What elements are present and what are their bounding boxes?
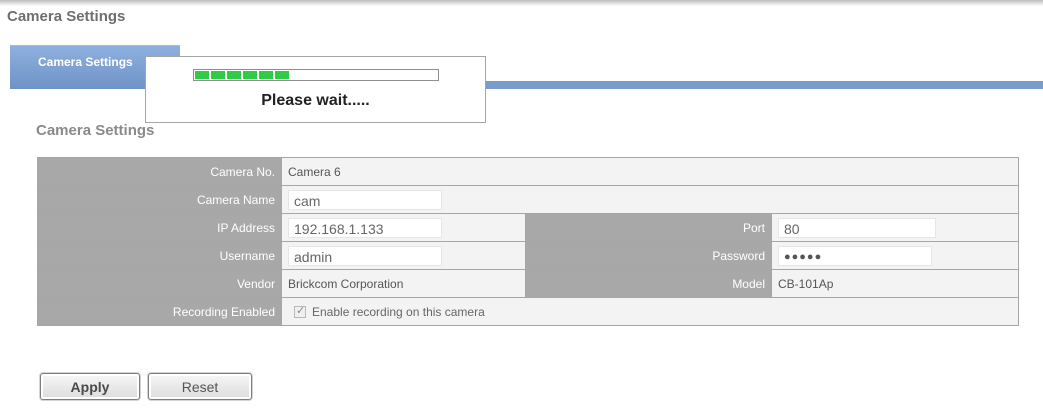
password-cell: ●●●●● xyxy=(770,241,1020,270)
progress-bar-fill xyxy=(195,71,289,79)
username-cell: admin xyxy=(281,241,526,270)
recording-enabled-checkbox-label[interactable]: Enable recording on this camera xyxy=(312,305,485,319)
ip-address-cell: 192.168.1.133 xyxy=(281,213,526,242)
vendor-label: Vendor xyxy=(37,269,282,298)
camera-name-input[interactable]: cam xyxy=(288,189,442,210)
apply-button[interactable]: Apply xyxy=(40,373,140,400)
port-cell: 80 xyxy=(770,213,1020,242)
please-wait-dialog: Please wait..... xyxy=(145,56,486,123)
camera-settings-form: Camera No. Camera 6 Camera Name cam IP A… xyxy=(37,157,1020,326)
checkmark-icon: ✓ xyxy=(296,304,306,317)
vendor-value: Brickcom Corporation xyxy=(281,269,526,298)
form-row-camera-name: Camera Name cam xyxy=(37,185,1020,214)
progress-bar xyxy=(193,69,439,81)
model-value: CB-101Ap xyxy=(770,269,1020,298)
page-title: Camera Settings xyxy=(7,8,126,25)
recording-enabled-label: Recording Enabled xyxy=(37,297,282,326)
reset-button[interactable]: Reset xyxy=(148,373,252,400)
camera-name-label: Camera Name xyxy=(37,185,282,214)
port-input[interactable]: 80 xyxy=(778,217,936,238)
username-input[interactable]: admin xyxy=(288,245,442,266)
form-row-credentials: Username admin Password ●●●●● xyxy=(37,241,1020,270)
ip-address-input[interactable]: 192.168.1.133 xyxy=(288,217,442,238)
section-title: Camera Settings xyxy=(36,122,155,139)
form-row-camera-no: Camera No. Camera 6 xyxy=(37,157,1020,186)
camera-no-label: Camera No. xyxy=(37,157,282,186)
recording-enabled-cell: ✓ Enable recording on this camera xyxy=(280,297,1020,326)
camera-name-cell: cam xyxy=(280,185,1020,214)
recording-enabled-checkbox[interactable]: ✓ xyxy=(294,304,306,318)
ip-address-label: IP Address xyxy=(37,213,282,242)
camera-no-value: Camera 6 xyxy=(280,157,1020,186)
tab-label: Camera Settings xyxy=(38,55,133,69)
password-input[interactable]: ●●●●● xyxy=(778,245,932,266)
window-top-shadow xyxy=(0,0,1043,6)
password-label: Password xyxy=(525,241,772,270)
username-label: Username xyxy=(37,241,282,270)
please-wait-message: Please wait..... xyxy=(261,92,370,109)
form-row-vendor-model: Vendor Brickcom Corporation Model CB-101… xyxy=(37,269,1020,298)
port-label: Port xyxy=(525,213,772,242)
model-label: Model xyxy=(525,269,772,298)
form-row-recording: Recording Enabled ✓ Enable recording on … xyxy=(37,297,1020,326)
form-row-ip-port: IP Address 192.168.1.133 Port 80 xyxy=(37,213,1020,242)
